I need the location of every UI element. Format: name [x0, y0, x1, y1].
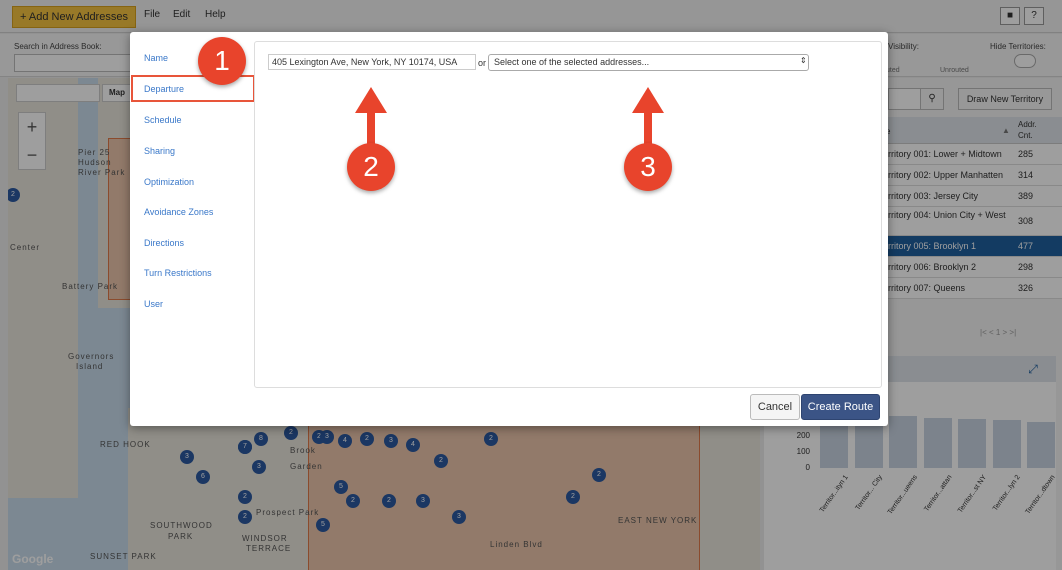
annotation-badge-1: 1 — [198, 37, 246, 85]
select-arrows-icon: ⇕ — [800, 56, 807, 65]
nav-optimization[interactable]: Optimization — [144, 177, 194, 187]
selected-addresses-dropdown[interactable]: Select one of the selected addresses... — [488, 54, 809, 71]
annotation-arrow-head-3 — [632, 87, 664, 113]
nav-turn-restrictions[interactable]: Turn Restrictions — [144, 268, 212, 278]
nav-schedule[interactable]: Schedule — [144, 115, 182, 125]
nav-directions[interactable]: Directions — [144, 238, 184, 248]
nav-departure[interactable]: Departure — [144, 84, 184, 94]
or-label: or — [478, 58, 487, 68]
annotation-badge-2: 2 — [347, 143, 395, 191]
annotation-badge-3: 3 — [624, 143, 672, 191]
dropdown-value: Select one of the selected addresses... — [494, 57, 650, 67]
departure-panel — [254, 41, 882, 388]
nav-name[interactable]: Name — [144, 53, 168, 63]
annotation-arrow-head-2 — [355, 87, 387, 113]
departure-address-input[interactable] — [268, 54, 476, 70]
cancel-button[interactable]: Cancel — [750, 394, 800, 420]
nav-sharing[interactable]: Sharing — [144, 146, 175, 156]
nav-avoidance-zones[interactable]: Avoidance Zones — [144, 207, 213, 217]
create-route-button[interactable]: Create Route — [801, 394, 880, 420]
nav-user[interactable]: User — [144, 299, 163, 309]
